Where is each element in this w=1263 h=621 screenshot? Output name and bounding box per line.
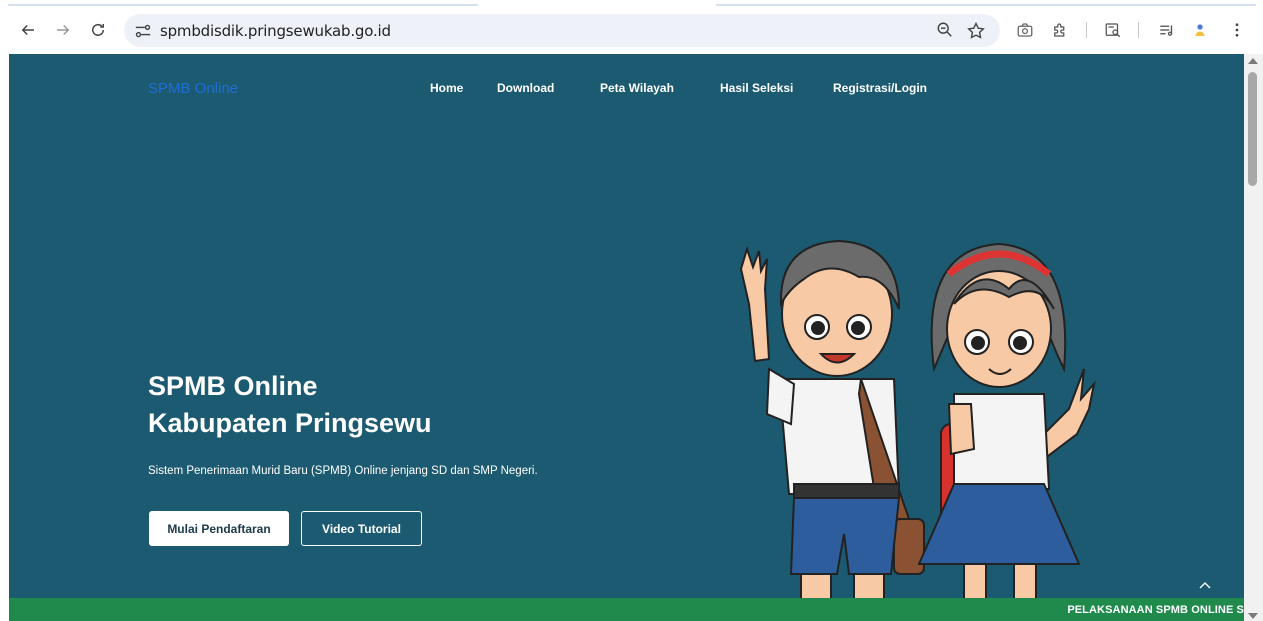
zoom-icon[interactable] xyxy=(936,21,954,39)
students-illustration xyxy=(739,239,1096,599)
hero-title: SPMB Online Kabupaten Pringsewu xyxy=(148,368,432,442)
camera-icon[interactable] xyxy=(1015,20,1035,40)
scroll-down-arrow[interactable] xyxy=(1248,613,1258,619)
scroll-up-arrow[interactable] xyxy=(1248,58,1258,64)
ticker-text: PELAKSANAAN SPMB ONLINE S xyxy=(1067,604,1244,616)
reload-icon[interactable] xyxy=(85,17,111,43)
chevron-up-icon[interactable] xyxy=(1197,578,1213,594)
forward-icon[interactable] xyxy=(50,17,76,43)
toolbar-separator xyxy=(1086,22,1087,38)
reading-mode-icon[interactable] xyxy=(1103,20,1123,40)
nav-peta-wilayah[interactable]: Peta Wilayah xyxy=(600,81,674,95)
back-icon[interactable] xyxy=(15,17,41,43)
kebab-menu-icon[interactable] xyxy=(1227,20,1247,40)
hero-title-line1: SPMB Online xyxy=(148,371,318,401)
nav-registrasi-login[interactable]: Registrasi/Login xyxy=(833,81,927,95)
tab-strip-right xyxy=(716,4,1256,6)
address-bar[interactable]: spmbdisdik.pringsewukab.go.id xyxy=(124,14,1000,47)
profile-icon[interactable] xyxy=(1190,20,1210,40)
girl-figure xyxy=(917,242,1096,599)
site-brand[interactable]: SPMB Online xyxy=(148,80,238,97)
toolbar-separator xyxy=(1138,22,1139,38)
page-scrollbar[interactable] xyxy=(1244,54,1263,621)
announcement-ticker: PELAKSANAAN SPMB ONLINE S xyxy=(9,598,1244,621)
tab-strip-left xyxy=(8,4,478,6)
page-viewport: SPMB Online Home Download Peta Wilayah H… xyxy=(9,54,1244,621)
start-registration-button[interactable]: Mulai Pendaftaran xyxy=(149,511,289,546)
site-info-icon[interactable] xyxy=(134,22,152,40)
browser-toolbar: spmbdisdik.pringsewukab.go.id xyxy=(0,0,1263,54)
nav-home[interactable]: Home xyxy=(430,81,463,95)
hero-title-line2: Kabupaten Pringsewu xyxy=(148,408,432,438)
video-tutorial-button[interactable]: Video Tutorial xyxy=(301,511,422,546)
nav-download[interactable]: Download xyxy=(497,81,554,95)
boy-figure xyxy=(739,239,926,599)
nav-hasil-seleksi[interactable]: Hasil Seleksi xyxy=(720,81,793,95)
bookmark-star-icon[interactable] xyxy=(966,21,986,41)
extensions-icon[interactable] xyxy=(1050,20,1070,40)
hero-subtitle: Sistem Penerimaan Murid Baru (SPMB) Onli… xyxy=(148,465,538,477)
scroll-thumb[interactable] xyxy=(1248,72,1257,186)
url-text[interactable]: spmbdisdik.pringsewukab.go.id xyxy=(160,22,391,40)
media-control-icon[interactable] xyxy=(1157,20,1177,40)
